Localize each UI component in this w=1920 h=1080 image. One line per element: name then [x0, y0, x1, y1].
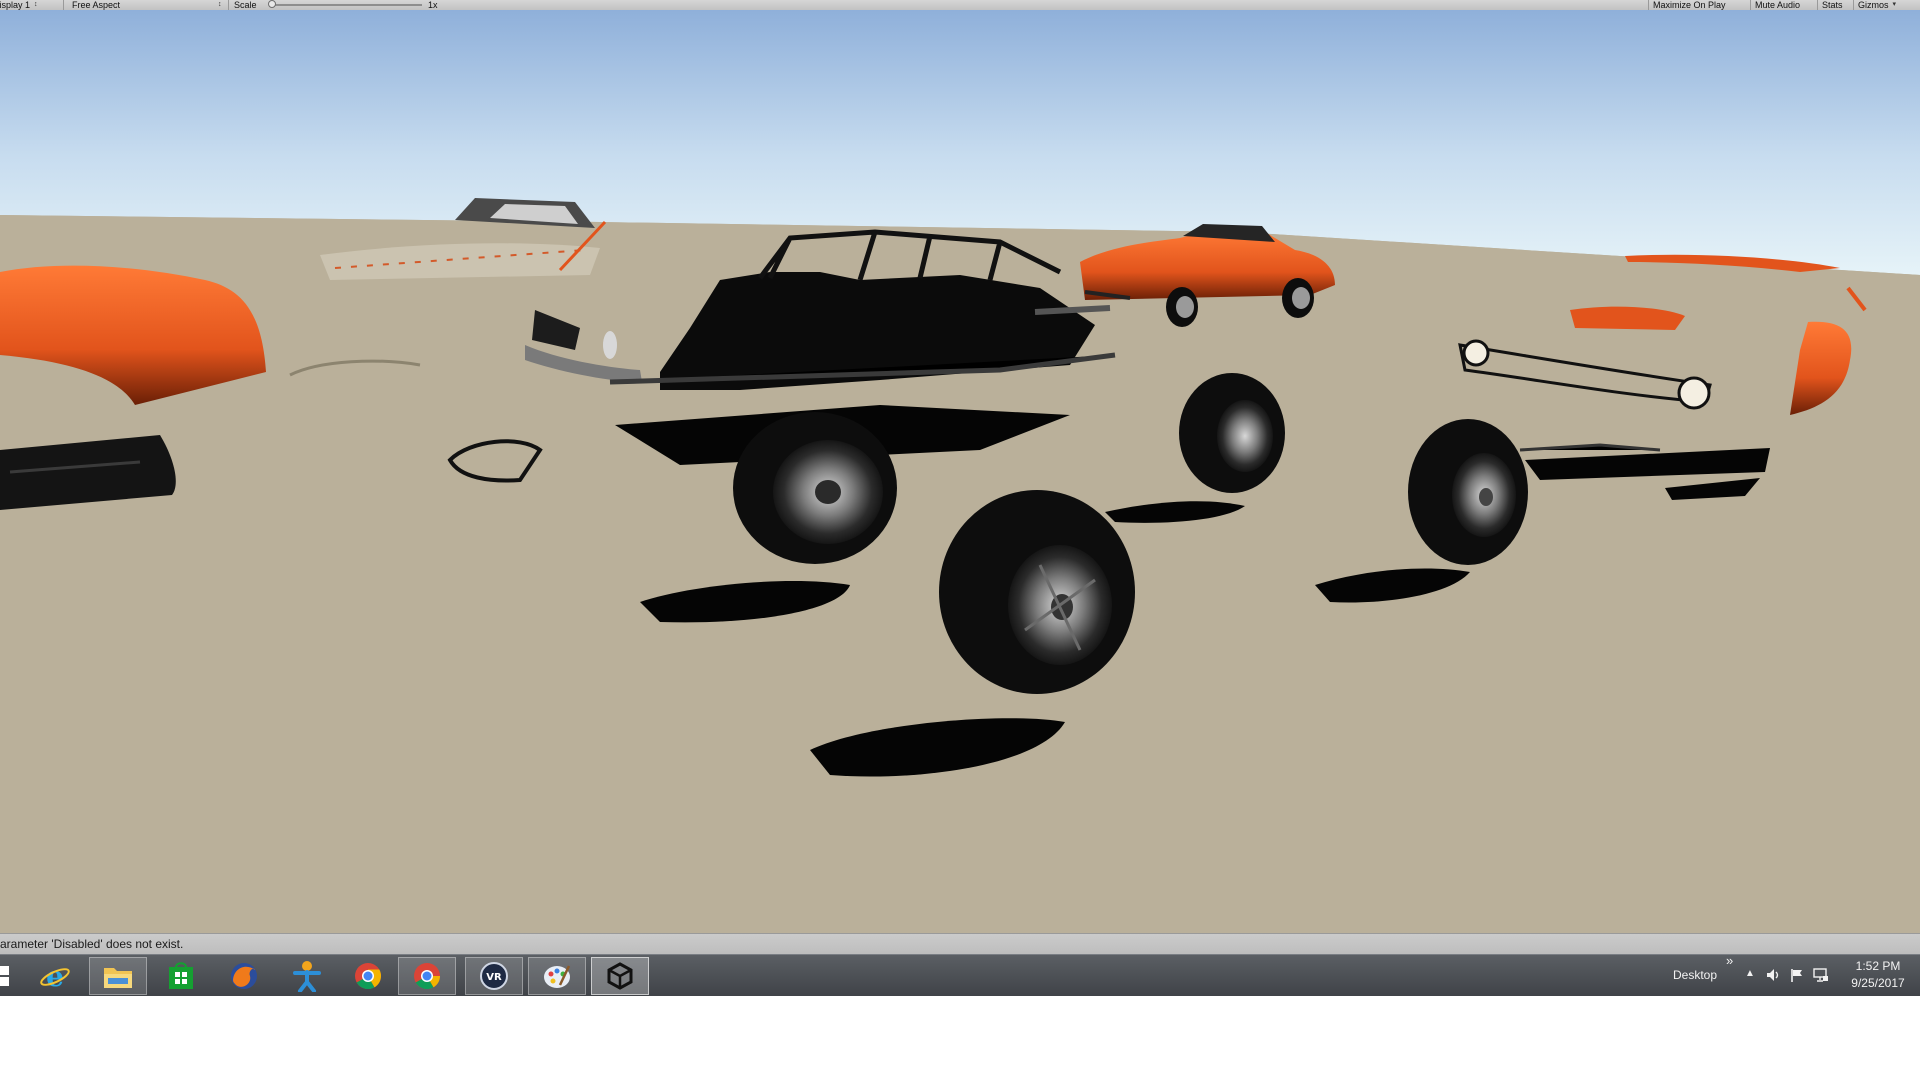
svg-text:VR: VR: [486, 972, 502, 983]
console-status-bar[interactable]: Parameter 'Disabled' does not exist.: [0, 933, 1920, 955]
windows-logo-icon: [0, 966, 9, 986]
taskbar-store[interactable]: [152, 957, 210, 995]
maximize-on-play-toggle[interactable]: Maximize On Play: [1648, 0, 1730, 10]
scale-label: Scale: [234, 0, 257, 10]
aspect-caret-icon: ↕: [218, 1, 222, 8]
scale-slider-handle[interactable]: [268, 0, 276, 8]
taskbar-unity[interactable]: [591, 957, 649, 995]
taskbar-person-app[interactable]: [278, 957, 336, 995]
gizmos-caret-icon: ▾: [1892, 1, 1897, 8]
folder-icon: [104, 968, 132, 988]
taskbar-chrome-2[interactable]: [398, 957, 456, 995]
windows-taskbar: e VR Desktop » ▲ 1:52 PM 9/25/2017: [0, 953, 1920, 997]
vr-icon: VR: [480, 962, 508, 990]
mute-audio-toggle[interactable]: Mute Audio: [1750, 0, 1804, 10]
gizmos-label: Gizmos: [1858, 0, 1889, 10]
display-label: Display 1: [0, 0, 31, 10]
scale-value: 1x: [428, 0, 438, 10]
clock-time[interactable]: 1:52 PM: [1854, 959, 1902, 973]
chrome-icon: [414, 963, 441, 990]
game-viewport[interactable]: [0, 10, 1920, 933]
taskbar-vr-app[interactable]: VR: [465, 957, 523, 995]
stats-toggle[interactable]: Stats: [1817, 0, 1847, 10]
console-message: Parameter 'Disabled' does not exist.: [0, 937, 184, 951]
start-button[interactable]: [0, 957, 20, 995]
stats-label: Stats: [1822, 0, 1843, 10]
action-center-flag-icon[interactable]: [1789, 967, 1805, 983]
scene-render: [0, 10, 1920, 933]
display-dropdown[interactable]: Display 1 ↕: [0, 0, 38, 10]
aspect-label: Free Aspect: [72, 0, 121, 10]
aspect-dropdown[interactable]: Free Aspect: [72, 0, 120, 10]
taskbar-chrome[interactable]: [339, 957, 397, 995]
show-hidden-icons-icon[interactable]: ▲: [1745, 968, 1755, 979]
dropdown-caret-icon: ↕: [34, 1, 38, 8]
gizmos-dropdown[interactable]: Gizmos ▾: [1853, 0, 1900, 10]
taskbar-firefox[interactable]: [215, 957, 273, 995]
person-icon: [293, 961, 321, 992]
network-icon[interactable]: [1813, 967, 1829, 983]
taskbar-internet-explorer[interactable]: e: [26, 957, 84, 995]
maximize-on-play-label: Maximize On Play: [1653, 0, 1726, 10]
wheel-right: [1408, 419, 1528, 565]
desktop-toolbar-label[interactable]: Desktop: [1673, 968, 1717, 982]
wheel-front: [939, 490, 1135, 694]
unity-icon: [607, 962, 633, 990]
volume-icon[interactable]: [1765, 967, 1781, 983]
mute-audio-label: Mute Audio: [1755, 0, 1801, 10]
internet-explorer-icon: e: [40, 960, 70, 992]
wheel-left: [733, 412, 897, 564]
toolbar-divider: [228, 0, 229, 10]
clock-date[interactable]: 9/25/2017: [1846, 976, 1910, 990]
scale-slider-track[interactable]: [272, 4, 422, 6]
store-icon: [169, 962, 193, 989]
firefox-icon: [231, 963, 257, 989]
chrome-icon: [355, 963, 382, 990]
blank-area: [0, 996, 1920, 1080]
taskbar-file-explorer[interactable]: [89, 957, 147, 995]
taskbar-paint-app[interactable]: [528, 957, 586, 995]
palette-icon: [544, 965, 571, 988]
toolbar-chevron-icon[interactable]: »: [1726, 953, 1733, 968]
svg-text:e: e: [46, 960, 64, 992]
wheel-rear-mid: [1179, 373, 1285, 493]
toolbar-divider: [63, 0, 64, 10]
